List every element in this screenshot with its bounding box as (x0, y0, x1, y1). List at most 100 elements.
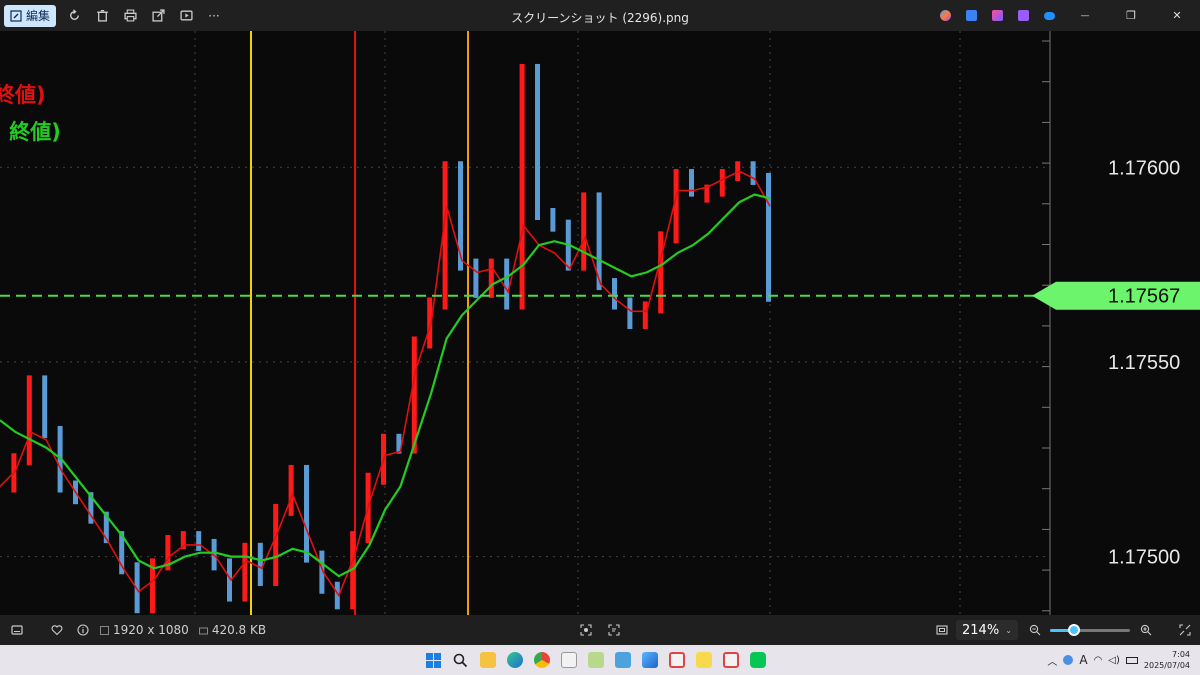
image-dimensions: 1920 x 1080 (100, 623, 189, 637)
price-candle (581, 192, 587, 271)
more-icon: ··· (208, 8, 220, 23)
designer-button[interactable] (958, 0, 984, 31)
wifi-icon[interactable]: ◠ (1094, 655, 1103, 666)
price-candle (642, 301, 648, 329)
restore-button[interactable]: ❐ (1108, 0, 1154, 31)
file-size-text: 420.8 KB (211, 623, 267, 637)
share-button[interactable] (144, 0, 172, 31)
clipchamp-icon (991, 10, 1003, 21)
chrome-icon (533, 652, 550, 668)
chrome-button[interactable] (528, 645, 555, 675)
price-axis-background (1050, 31, 1200, 615)
sticky-notes-button[interactable] (690, 645, 717, 675)
video-editor-button[interactable] (1010, 0, 1036, 31)
edge-icon (506, 652, 523, 668)
mt-terminal-button-1[interactable] (555, 645, 582, 675)
edge-button[interactable] (501, 645, 528, 675)
dimensions-icon (100, 625, 109, 635)
copilot-icon (939, 10, 951, 21)
start-button[interactable] (420, 645, 447, 675)
zoom-in-button[interactable] (1133, 615, 1159, 645)
zoom-value: 214% (962, 622, 1000, 638)
photos-app-window: 編集 ··· スクリーンショット (2296).png — ❐ ✕ 1.1756… (0, 0, 1200, 675)
price-candle (550, 207, 556, 232)
restore-icon: ❐ (1126, 9, 1136, 22)
price-candle (658, 231, 664, 314)
more-button[interactable]: ··· (200, 0, 228, 31)
info-icon (77, 624, 89, 636)
mt-terminal-button-4[interactable] (717, 645, 744, 675)
security-icon[interactable] (1063, 655, 1074, 665)
clipchamp-button[interactable] (984, 0, 1010, 31)
photos-button[interactable] (636, 645, 663, 675)
image-viewer-canvas[interactable]: 1.17567 1.17600 1.17550 1.17500 終値) , 終値) (0, 31, 1200, 615)
legend-red-ma: 終値) (0, 83, 46, 107)
price-candle (273, 503, 279, 586)
full-screen-button[interactable] (1172, 615, 1198, 645)
zoom-slider[interactable] (1050, 624, 1130, 636)
mt-terminal-button-2[interactable] (582, 645, 609, 675)
info-button[interactable] (70, 615, 96, 645)
chevron-up-icon[interactable]: ︿ (1047, 653, 1057, 668)
extract-text-button[interactable] (601, 615, 627, 645)
filmstrip-button[interactable] (4, 615, 30, 645)
onedrive-button[interactable] (1036, 0, 1062, 31)
price-tick-label: 1.17550 (1108, 352, 1180, 374)
edit-icon (10, 9, 22, 22)
file-explorer-button[interactable] (474, 645, 501, 675)
notepad-icon (614, 652, 631, 668)
chevron-down-icon: ⌄ (1005, 625, 1012, 635)
price-candle (257, 542, 263, 586)
slideshow-button[interactable] (172, 0, 200, 31)
search-icon (453, 653, 468, 667)
search-button[interactable] (447, 645, 474, 675)
fit-to-window-icon (936, 625, 948, 635)
price-tick-label: 1.17600 (1108, 157, 1180, 179)
battery-icon[interactable] (1125, 656, 1138, 664)
price-candle (519, 63, 525, 310)
clock[interactable]: 7:04 2025/07/04 (1144, 649, 1190, 671)
fit-to-window-button[interactable] (929, 615, 955, 645)
legend-green-ma: , 終値) (0, 120, 61, 144)
minimize-button[interactable]: — (1062, 0, 1108, 31)
ime-indicator[interactable]: A (1079, 653, 1087, 667)
heart-icon (51, 625, 63, 636)
mt-terminal-button-3[interactable] (663, 645, 690, 675)
print-icon (123, 9, 137, 22)
price-candle (750, 161, 756, 185)
zoom-out-button[interactable] (1022, 615, 1048, 645)
video-editor-icon (1017, 10, 1029, 21)
edit-button[interactable]: 編集 (4, 4, 57, 27)
slideshow-icon (179, 10, 193, 21)
system-tray: ︿ A ◠ ◁) 7:04 2025/07/04 (1047, 645, 1190, 675)
price-candle (689, 169, 694, 197)
delete-button[interactable] (88, 0, 116, 31)
share-icon (151, 9, 165, 22)
status-bar: 1920 x 1080 420.8 KB 214% ⌄ (0, 615, 1200, 645)
zoom-dropdown[interactable]: 214% ⌄ (956, 620, 1018, 640)
line-icon (749, 652, 766, 668)
price-candle (612, 278, 617, 310)
print-button[interactable] (116, 0, 144, 31)
copilot-button[interactable] (932, 0, 958, 31)
volume-icon[interactable]: ◁) (1108, 655, 1120, 666)
title-bar: 編集 ··· スクリーンショット (2296).png — ❐ ✕ (0, 0, 1200, 31)
visual-search-button[interactable] (573, 615, 599, 645)
windows-taskbar: ︿ A ◠ ◁) 7:04 2025/07/04 (0, 645, 1200, 675)
delete-icon (96, 9, 108, 22)
price-candle (488, 258, 494, 298)
rotate-button[interactable] (60, 0, 88, 31)
price-candle (627, 297, 633, 329)
zoom-out-icon (1029, 624, 1041, 636)
zoom-slider-thumb[interactable] (1068, 624, 1080, 636)
close-button[interactable]: ✕ (1154, 0, 1200, 31)
trading-terminal-icon (560, 652, 577, 668)
price-chart: 1.17567 1.17600 1.17550 1.17500 (0, 31, 1200, 615)
visual-search-icon (580, 624, 592, 636)
minimize-icon: — (1080, 10, 1090, 21)
favorite-button[interactable] (44, 615, 70, 645)
price-candle (242, 542, 248, 602)
line-button[interactable] (744, 645, 771, 675)
windows-logo-icon (426, 652, 441, 668)
notepad-button[interactable] (609, 645, 636, 675)
